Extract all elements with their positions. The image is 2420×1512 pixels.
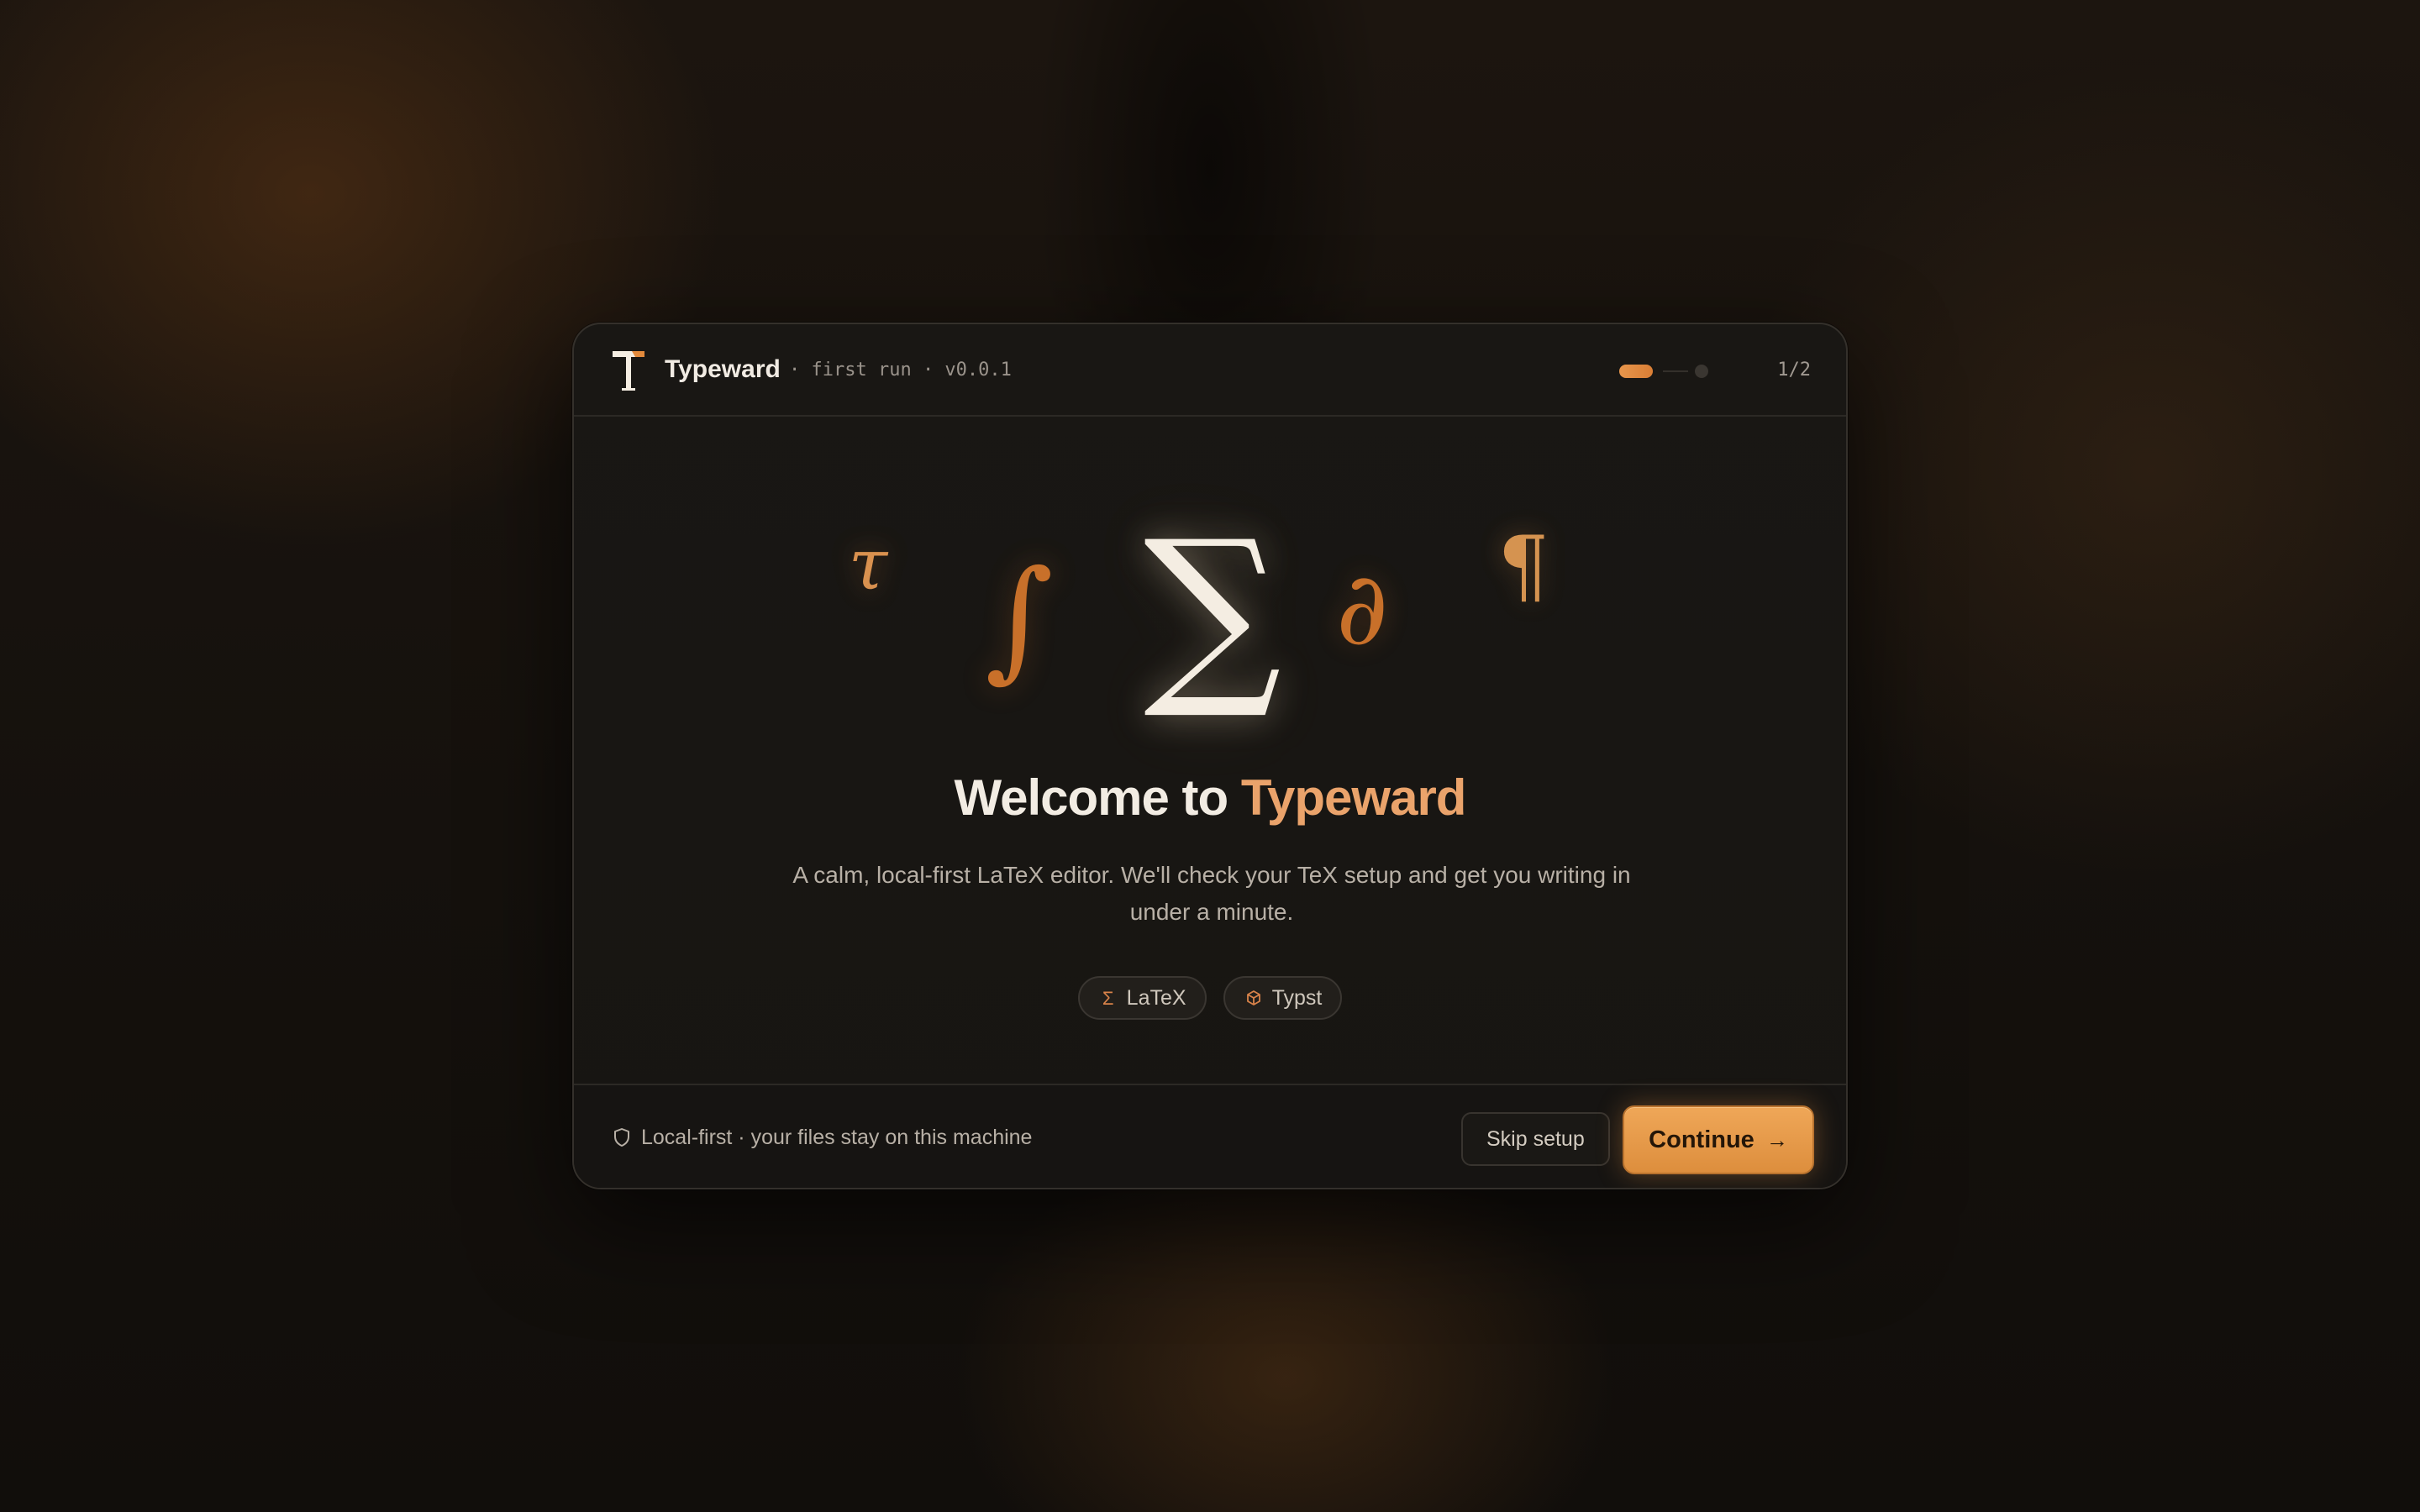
app-name: Typeward	[665, 355, 781, 383]
title-prefix: Welcome to	[954, 769, 1241, 826]
step-count: 1/2	[1777, 360, 1811, 381]
cube-icon	[1244, 979, 1264, 1019]
step-indicator	[1619, 363, 1712, 380]
step-1-indicator	[1619, 365, 1653, 378]
title-accent: Typeward	[1240, 769, 1467, 826]
supported-formats: Σ LaTeX Typst	[574, 976, 1846, 1020]
step-connector	[1663, 370, 1688, 372]
latex-chip: Σ LaTeX	[1077, 976, 1207, 1020]
continue-label: Continue	[1649, 1126, 1754, 1153]
shield-icon	[614, 1128, 629, 1147]
sigma-icon: Σ	[1102, 988, 1114, 1009]
page-title: Welcome to Typeward	[574, 768, 1846, 828]
local-first-note: Local-first · your files stay on this ma…	[641, 1126, 1033, 1149]
onboarding-dialog: Typeward · first run · v0.0.1 1/2 τ ∫ ∑ …	[572, 323, 1848, 1189]
sigma-glyph: ∑	[1143, 500, 1282, 724]
dialog-header: Typeward · first run · v0.0.1 1/2	[574, 324, 1846, 417]
step-2-indicator	[1695, 365, 1708, 378]
skip-setup-button[interactable]: Skip setup	[1461, 1112, 1610, 1166]
app-version-meta: · first run · v0.0.1	[789, 360, 1012, 381]
typst-chip: Typst	[1223, 976, 1343, 1020]
pilcrow-glyph: ¶	[1497, 519, 1549, 613]
chip-label: LaTeX	[1126, 986, 1186, 1010]
partial-glyph: ∂	[1335, 551, 1389, 668]
chip-label: Typst	[1271, 986, 1323, 1010]
page-subtitle: A calm, local-first LaTeX editor. We'll …	[792, 862, 1631, 925]
dialog-footer: Local-first · your files stay on this ma…	[574, 1084, 1846, 1188]
continue-button[interactable]: Continue →	[1623, 1105, 1814, 1174]
tau-glyph: τ	[848, 523, 888, 606]
integral-glyph: ∫	[985, 542, 1054, 695]
typeward-logo-icon	[613, 351, 644, 391]
arrow-right-icon: →	[1765, 1127, 1788, 1152]
